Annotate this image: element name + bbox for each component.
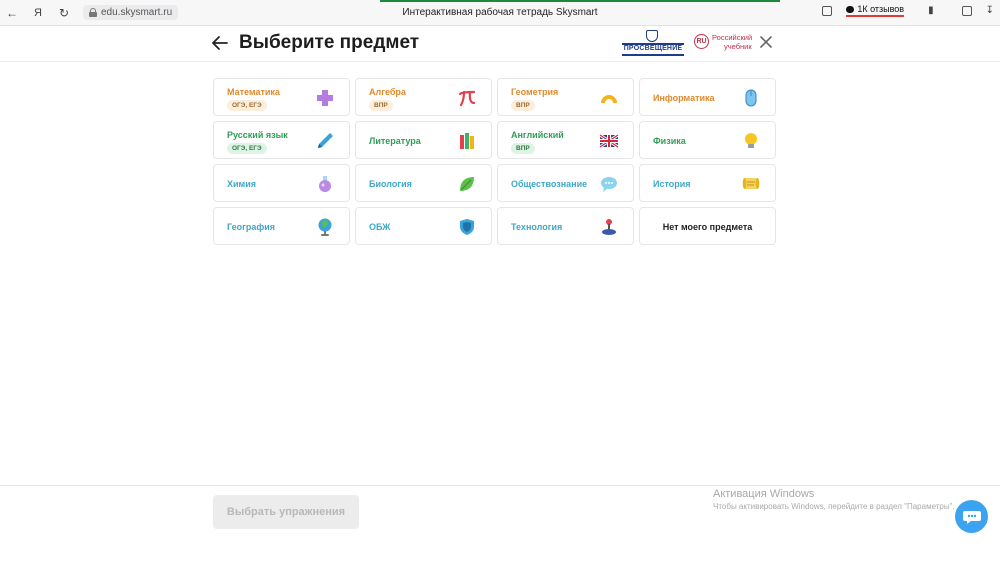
exam-badge: ВПР [511, 100, 535, 111]
address-bar[interactable]: edu.skysmart.ru [83, 5, 179, 20]
logo-line-1: Российский [712, 33, 753, 42]
pen-icon [318, 133, 333, 148]
subject-name: Английский [511, 130, 564, 140]
subject-card[interactable]: География [213, 207, 350, 245]
reviews-badge[interactable]: 1К отзывов [846, 4, 905, 17]
subject-name: Технология [511, 222, 563, 232]
subject-card[interactable]: Биология [355, 164, 492, 202]
emblem-icon [646, 30, 658, 42]
subject-name: Обществознание [511, 179, 588, 189]
logo-text: ПРОСВЕЩЕНИЕ [623, 45, 683, 52]
browser-toolbar: ← Я ↻ edu.skysmart.ru Интерактивная рабо… [0, 0, 1000, 26]
back-arrow-icon[interactable] [210, 33, 230, 53]
russian-textbook-logo: RU Российский учебник [694, 31, 756, 55]
subject-name: История [653, 179, 691, 189]
download-icon[interactable]: ↧ [986, 5, 994, 16]
windows-activation-watermark: Активация Windows Чтобы активировать Win… [713, 488, 955, 511]
activation-title: Активация Windows [713, 488, 815, 500]
back-nav-icon[interactable]: ← [3, 4, 21, 22]
page-loading-bar [380, 0, 780, 2]
uk-flag-icon [599, 133, 619, 149]
subject-name: Литература [369, 136, 421, 146]
exam-badge: ОГЭ, ЕГЭ [227, 100, 267, 111]
subject-name: Химия [227, 179, 256, 189]
translate-icon[interactable] [822, 5, 833, 16]
subject-name: ОБЖ [369, 222, 391, 232]
globe-icon [318, 218, 332, 236]
speech-bubble-icon [601, 177, 617, 192]
books-icon [460, 133, 474, 149]
subject-name: Русский язык [227, 130, 288, 140]
subject-card[interactable]: Информатика [639, 78, 776, 116]
close-icon[interactable] [759, 35, 773, 49]
subject-card[interactable]: Физика [639, 121, 776, 159]
bulb-icon [745, 133, 757, 148]
ru-ring-icon: RU [694, 34, 709, 49]
yandex-icon[interactable]: Я [29, 4, 47, 22]
shield-icon [460, 219, 474, 235]
subject-card[interactable]: Алгебра ВПР [355, 78, 492, 116]
subject-card[interactable]: Английский ВПР [497, 121, 634, 159]
exam-badge: ВПР [369, 100, 393, 111]
reload-icon[interactable]: ↻ [55, 4, 73, 22]
subject-card[interactable]: Технология [497, 207, 634, 245]
subject-card[interactable]: Литература [355, 121, 492, 159]
chat-icon [962, 510, 981, 524]
subject-card[interactable]: ОБЖ [355, 207, 492, 245]
chat-button[interactable] [955, 500, 988, 533]
bookmark-icon[interactable]: ▮ [928, 5, 934, 16]
comment-icon [846, 5, 855, 13]
leaf-icon [460, 177, 474, 191]
scroll-icon [742, 178, 760, 189]
url-text: edu.skysmart.ru [101, 7, 173, 18]
exam-badge: ВПР [511, 143, 535, 154]
subject-card[interactable]: Русский язык ОГЭ, ЕГЭ [213, 121, 350, 159]
subject-card[interactable]: Обществознание [497, 164, 634, 202]
subject-name: Физика [653, 136, 686, 146]
logo-line-2: учебник [724, 42, 752, 51]
reviews-label: 1К отзывов [857, 4, 905, 14]
select-exercises-button[interactable]: Выбрать упражнения [213, 495, 359, 529]
subject-card[interactable]: Математика ОГЭ, ЕГЭ [213, 78, 350, 116]
pi-icon [458, 90, 476, 107]
prosveshchenie-logo: ПРОСВЕЩЕНИЕ [622, 30, 684, 58]
subject-name: География [227, 222, 276, 232]
subject-name: Биология [369, 179, 412, 189]
subject-name: Математика [227, 87, 280, 97]
subject-card[interactable]: История [639, 164, 776, 202]
subjects-grid: Математика ОГЭ, ЕГЭ Алгебра ВПР Геометрия ВПР… [213, 78, 776, 245]
mouse-icon [745, 89, 757, 107]
plus-icon [317, 90, 333, 106]
subject-card[interactable]: Нет моего предмета [639, 207, 776, 245]
subject-card[interactable]: Химия [213, 164, 350, 202]
exam-badge: ОГЭ, ЕГЭ [227, 143, 267, 154]
subject-card[interactable]: Геометрия ВПР [497, 78, 634, 116]
page-footer: Выбрать упражнения Активация Windows Что… [0, 485, 1000, 563]
activation-text: Чтобы активировать Windows, перейдите в … [713, 502, 955, 511]
flask-icon [319, 176, 331, 192]
subject-name: Информатика [653, 93, 715, 103]
subject-name: Геометрия [511, 87, 559, 97]
protractor-icon [601, 95, 617, 103]
protect-icon[interactable] [961, 5, 972, 16]
browser-actions: 1К отзывов ▮ ↧ [822, 4, 994, 17]
subject-name: Нет моего предмета [662, 222, 753, 232]
subject-name: Алгебра [369, 87, 406, 97]
page-header: Выберите предмет ПРОСВЕЩЕНИЕ RU Российск… [0, 26, 1000, 62]
lock-icon [89, 8, 97, 17]
page-title: Выберите предмет [239, 32, 420, 53]
joystick-icon [602, 219, 616, 235]
